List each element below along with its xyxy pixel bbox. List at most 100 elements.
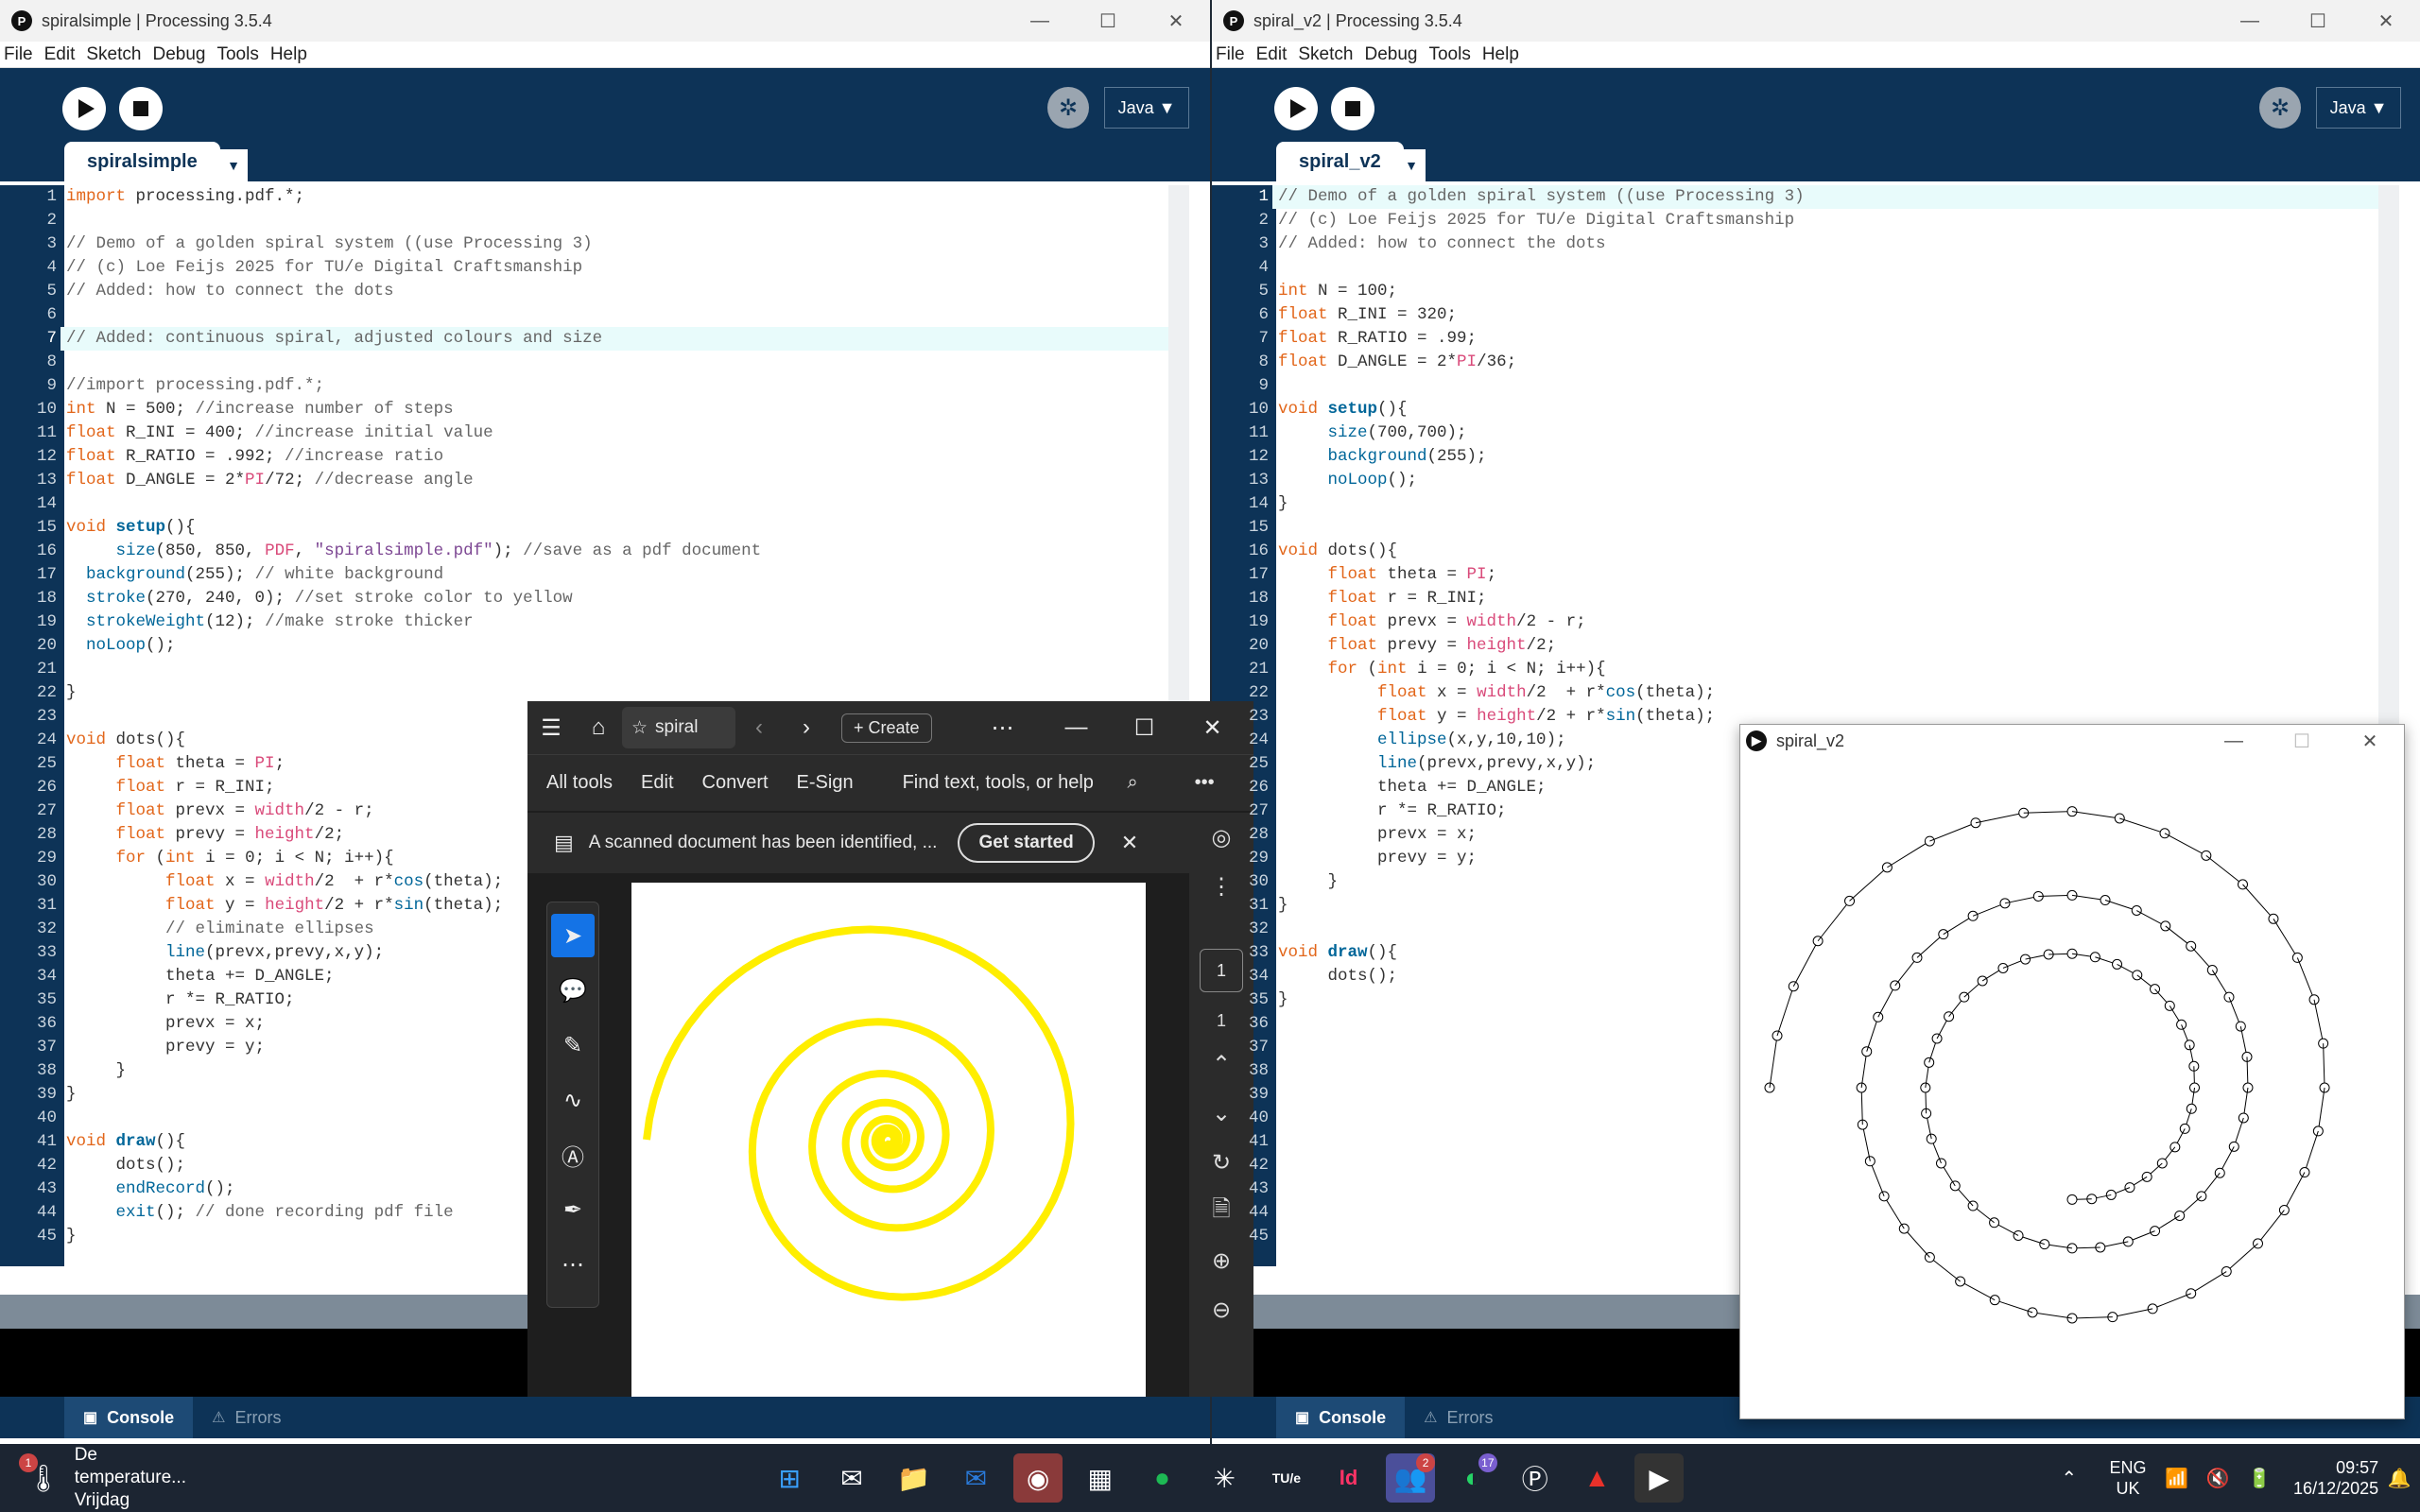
highlight-pen-icon[interactable]: ✎ — [551, 1023, 595, 1067]
code-line[interactable]: 21 for (int i = 0; i < N; i++){ — [1212, 658, 2399, 681]
close-button[interactable]: ✕ — [2336, 730, 2404, 753]
menu-tools[interactable]: Tools — [216, 44, 258, 65]
code-line[interactable]: 12 background(255); — [1212, 445, 2399, 469]
code-line[interactable]: 2 — [0, 209, 1189, 232]
hamburger-menu-icon[interactable]: ☰ — [527, 714, 575, 742]
code-line[interactable]: 20 float prevy = height/2; — [1212, 634, 2399, 658]
acrobat-icon[interactable]: ▲ — [1573, 1453, 1622, 1503]
code-line[interactable]: 13 float D_ANGLE = 2*PI/72; //decrease an… — [0, 469, 1189, 492]
clock[interactable]: 09:57 16/12/2025 — [2293, 1457, 2378, 1499]
weather-widget[interactable]: De temperature... Vrijdag — [75, 1444, 214, 1512]
errors-tab[interactable]: ⚠ Errors — [1405, 1397, 1512, 1438]
sketch-running-icon[interactable]: ▶ — [1634, 1453, 1684, 1503]
teams-icon[interactable]: 👥 2 — [1386, 1453, 1436, 1503]
minimize-button[interactable]: — — [1006, 10, 1074, 32]
code-line[interactable]: 1 import processing.pdf.*; — [0, 185, 1189, 209]
sketch-title-bar[interactable]: ▶ spiral_v2 — ☐ ✕ — [1740, 725, 2404, 757]
create-button[interactable]: + Create — [841, 713, 932, 743]
code-line[interactable]: 8 float D_ANGLE = 2*PI/36; — [1212, 351, 2399, 374]
menu-esign[interactable]: E-Sign — [797, 772, 854, 794]
code-line[interactable]: 4 // (c) Loe Feijs 2025 for TU/e Digital … — [0, 256, 1189, 280]
search-field[interactable]: Find text, tools, or help ⌕ — [903, 772, 1167, 794]
code-line[interactable]: 7 float R_RATIO = .99; — [1212, 327, 2399, 351]
title-bar[interactable]: P spiralsimple | Processing 3.5.4 — ☐ ✕ — [0, 0, 1210, 42]
run-button[interactable] — [62, 87, 106, 130]
code-line[interactable]: 22 float x = width/2 + r*cos(theta); — [1212, 681, 2399, 705]
code-line[interactable]: 2 // (c) Loe Feijs 2025 for TU/e Digital … — [1212, 209, 2399, 232]
debug-button[interactable]: ✲ — [1047, 87, 1089, 129]
indesign-icon[interactable]: Id — [1324, 1453, 1374, 1503]
menu-sketch[interactable]: Sketch — [1298, 44, 1353, 65]
code-line[interactable]: 3 // Added: how to connect the dots — [1212, 232, 2399, 256]
code-line[interactable]: 11 float R_INI = 400; //increase initial … — [0, 421, 1189, 445]
code-line[interactable]: 11 size(700,700); — [1212, 421, 2399, 445]
code-line[interactable]: 6 — [0, 303, 1189, 327]
menu-debug[interactable]: Debug — [1364, 44, 1417, 65]
code-line[interactable]: 1 // Demo of a golden spiral system ((use… — [1212, 185, 2399, 209]
outlook-icon[interactable]: ✉ — [952, 1453, 1001, 1503]
home-icon[interactable]: ⌂ — [575, 714, 622, 741]
maximize-button[interactable]: ☐ — [1121, 714, 1168, 742]
menu-help[interactable]: Help — [270, 44, 307, 65]
menu-sketch[interactable]: Sketch — [86, 44, 141, 65]
code-line[interactable]: 16 size(850, 850, PDF, "spiralsimple.pdf… — [0, 540, 1189, 563]
close-button[interactable]: ✕ — [1142, 9, 1210, 33]
get-started-button[interactable]: Get started — [958, 823, 1095, 863]
code-line[interactable]: 12 float R_RATIO = .992; //increase ratio — [0, 445, 1189, 469]
minimize-button[interactable]: — — [2200, 730, 2268, 752]
language-indicator[interactable]: ENG UK — [2110, 1457, 2147, 1499]
run-button[interactable] — [1274, 87, 1318, 130]
code-line[interactable]: 5 // Added: how to connect the dots — [0, 280, 1189, 303]
code-line[interactable]: 18 stroke(270, 240, 0); //set stroke col… — [0, 587, 1189, 610]
windows-start-icon[interactable]: ⊞ — [765, 1453, 814, 1503]
menu-debug[interactable]: Debug — [152, 44, 205, 65]
code-line[interactable]: 14 — [0, 492, 1189, 516]
menu-edit[interactable]: Edit — [641, 772, 673, 794]
menu-tools[interactable]: Tools — [1428, 44, 1470, 65]
text-select-icon[interactable]: Ⓐ — [551, 1133, 595, 1177]
mail-icon[interactable]: ✉ — [827, 1453, 876, 1503]
title-bar[interactable]: P spiral_v2 | Processing 3.5.4 — ☐ ✕ — [1212, 0, 2420, 42]
code-line[interactable]: 15 — [1212, 516, 2399, 540]
maximize-button[interactable]: ☐ — [2268, 730, 2336, 753]
menu-edit[interactable]: Edit — [44, 44, 76, 65]
code-line[interactable]: 9 //import processing.pdf.*; — [0, 374, 1189, 398]
sign-icon[interactable]: ✒ — [551, 1188, 595, 1231]
code-line[interactable]: 20 noLoop(); — [0, 634, 1189, 658]
code-line[interactable]: 15 void setup(){ — [0, 516, 1189, 540]
tue-icon[interactable]: TU/e — [1262, 1453, 1311, 1503]
tab-menu-arrow[interactable]: ▼ — [1397, 149, 1426, 181]
menu-file[interactable]: File — [4, 44, 33, 65]
draw-icon[interactable]: ∿ — [551, 1078, 595, 1122]
menu-convert[interactable]: Convert — [702, 772, 769, 794]
code-line[interactable]: 4 — [1212, 256, 2399, 280]
store-icon[interactable]: ▦ — [1076, 1453, 1125, 1503]
code-line[interactable]: 16 void dots(){ — [1212, 540, 2399, 563]
close-button[interactable]: ✕ — [2352, 9, 2420, 33]
whatsapp-icon[interactable]: ◐ 17 — [1448, 1453, 1497, 1503]
console-tab[interactable]: ▣ Console — [1276, 1397, 1406, 1438]
tab-left-arrow-icon[interactable]: ‹ — [735, 714, 783, 741]
zoom-out-icon[interactable]: ⊖ — [1189, 1285, 1253, 1334]
pdf-page[interactable] — [631, 883, 1146, 1397]
document-tab[interactable]: ☆ spiral — [622, 707, 735, 748]
code-line[interactable]: 17 float theta = PI; — [1212, 563, 2399, 587]
mode-selector[interactable]: Java ▼ — [2316, 87, 2401, 129]
stop-button[interactable] — [119, 87, 163, 130]
more-tools-icon[interactable]: ⋯ — [551, 1243, 595, 1286]
speaker-muted-icon[interactable]: 🔇 — [2204, 1453, 2232, 1503]
code-line[interactable]: 17 background(255); // white background — [0, 563, 1189, 587]
code-line[interactable]: 9 — [1212, 374, 2399, 398]
notification-bell-icon[interactable]: 🔔 — [2385, 1453, 2413, 1503]
spotify-icon[interactable]: ● — [1138, 1453, 1187, 1503]
code-line[interactable]: 10 void setup(){ — [1212, 398, 2399, 421]
chrome-icon[interactable]: ◉ — [1013, 1453, 1063, 1503]
battery-icon[interactable]: 🔋 — [2245, 1453, 2273, 1503]
dismiss-notice-icon[interactable]: ✕ — [1121, 831, 1138, 855]
menu-all-tools[interactable]: All tools — [546, 772, 613, 794]
debug-button[interactable]: ✲ — [2259, 87, 2301, 129]
code-line[interactable]: 19 strokeWeight(12); //make stroke thick… — [0, 610, 1189, 634]
weather-widget-icon[interactable]: 🌡 1 — [19, 1453, 68, 1503]
code-line[interactable]: 21 — [0, 658, 1189, 681]
tab-right-arrow-icon[interactable]: › — [783, 714, 830, 741]
